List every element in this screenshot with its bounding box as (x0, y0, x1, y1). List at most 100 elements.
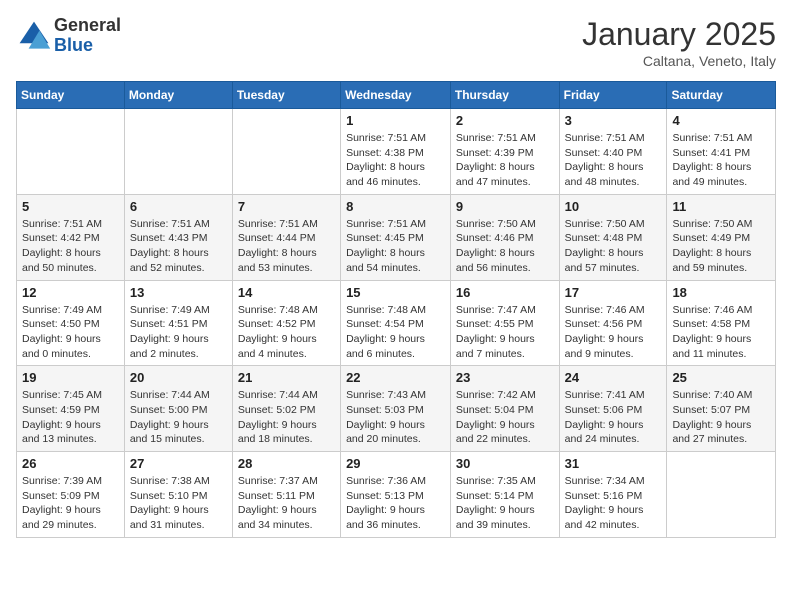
day-info: Sunrise: 7:49 AM Sunset: 4:51 PM Dayligh… (130, 303, 227, 362)
weekday-header: Saturday (667, 82, 776, 109)
calendar-cell: 21 Sunrise: 7:44 AM Sunset: 5:02 PM Dayli… (232, 366, 340, 452)
calendar-cell: 5 Sunrise: 7:51 AM Sunset: 4:42 PM Daylig… (17, 194, 125, 280)
day-info: Sunrise: 7:51 AM Sunset: 4:42 PM Dayligh… (22, 217, 119, 276)
day-number: 15 (346, 285, 445, 300)
day-number: 20 (130, 370, 227, 385)
calendar-cell: 31 Sunrise: 7:34 AM Sunset: 5:16 PM Dayli… (559, 452, 667, 538)
day-number: 2 (456, 113, 554, 128)
calendar-cell: 27 Sunrise: 7:38 AM Sunset: 5:10 PM Dayli… (124, 452, 232, 538)
calendar-cell: 17 Sunrise: 7:46 AM Sunset: 4:56 PM Dayli… (559, 280, 667, 366)
day-info: Sunrise: 7:48 AM Sunset: 4:54 PM Dayligh… (346, 303, 445, 362)
calendar-cell: 14Sunrise: 7:48 AM Sunset: 4:52 PM Dayli… (232, 280, 340, 366)
day-info: Sunrise: 7:46 AM Sunset: 4:56 PM Dayligh… (565, 303, 662, 362)
calendar-cell: 7Sunrise: 7:51 AM Sunset: 4:44 PM Daylig… (232, 194, 340, 280)
calendar-cell: 12 Sunrise: 7:49 AM Sunset: 4:50 PM Dayli… (17, 280, 125, 366)
calendar-cell: 26 Sunrise: 7:39 AM Sunset: 5:09 PM Dayli… (17, 452, 125, 538)
day-number: 31 (565, 456, 662, 471)
day-info: Sunrise: 7:39 AM Sunset: 5:09 PM Dayligh… (22, 474, 119, 533)
day-info: Sunrise: 7:51 AM Sunset: 4:41 PM Dayligh… (672, 131, 770, 190)
day-info: Sunrise: 7:47 AM Sunset: 4:55 PM Dayligh… (456, 303, 554, 362)
calendar-week-row: 1Sunrise: 7:51 AM Sunset: 4:38 PM Daylig… (17, 109, 776, 195)
calendar-cell: 19 Sunrise: 7:45 AM Sunset: 4:59 PM Dayli… (17, 366, 125, 452)
calendar-cell: 11 Sunrise: 7:50 AM Sunset: 4:49 PM Dayli… (667, 194, 776, 280)
day-info: Sunrise: 7:50 AM Sunset: 4:46 PM Dayligh… (456, 217, 554, 276)
day-number: 24 (565, 370, 662, 385)
weekday-header: Thursday (450, 82, 559, 109)
day-info: Sunrise: 7:44 AM Sunset: 5:02 PM Dayligh… (238, 388, 335, 447)
day-number: 7 (238, 199, 335, 214)
day-info: Sunrise: 7:34 AM Sunset: 5:16 PM Dayligh… (565, 474, 662, 533)
page-header: General Blue January 2025 Caltana, Venet… (16, 16, 776, 69)
weekday-header: Friday (559, 82, 667, 109)
logo: General Blue (16, 16, 121, 56)
day-info: Sunrise: 7:42 AM Sunset: 5:04 PM Dayligh… (456, 388, 554, 447)
calendar-cell: 13 Sunrise: 7:49 AM Sunset: 4:51 PM Dayli… (124, 280, 232, 366)
day-number: 11 (672, 199, 770, 214)
calendar-cell: 18 Sunrise: 7:46 AM Sunset: 4:58 PM Dayli… (667, 280, 776, 366)
location: Caltana, Veneto, Italy (582, 53, 776, 69)
calendar-cell: 1Sunrise: 7:51 AM Sunset: 4:38 PM Daylig… (341, 109, 451, 195)
day-info: Sunrise: 7:35 AM Sunset: 5:14 PM Dayligh… (456, 474, 554, 533)
calendar-cell: 4 Sunrise: 7:51 AM Sunset: 4:41 PM Daylig… (667, 109, 776, 195)
day-number: 18 (672, 285, 770, 300)
logo-general: General (54, 16, 121, 36)
day-info: Sunrise: 7:46 AM Sunset: 4:58 PM Dayligh… (672, 303, 770, 362)
day-number: 27 (130, 456, 227, 471)
calendar-cell: 20 Sunrise: 7:44 AM Sunset: 5:00 PM Dayli… (124, 366, 232, 452)
month-title: January 2025 (582, 16, 776, 53)
logo-text: General Blue (54, 16, 121, 56)
day-info: Sunrise: 7:44 AM Sunset: 5:00 PM Dayligh… (130, 388, 227, 447)
weekday-header: Monday (124, 82, 232, 109)
day-info: Sunrise: 7:43 AM Sunset: 5:03 PM Dayligh… (346, 388, 445, 447)
day-number: 1 (346, 113, 445, 128)
calendar-cell: 9Sunrise: 7:50 AM Sunset: 4:46 PM Daylig… (450, 194, 559, 280)
weekday-header: Tuesday (232, 82, 340, 109)
day-number: 25 (672, 370, 770, 385)
calendar-cell: 23 Sunrise: 7:42 AM Sunset: 5:04 PM Dayli… (450, 366, 559, 452)
day-number: 4 (672, 113, 770, 128)
day-number: 30 (456, 456, 554, 471)
day-info: Sunrise: 7:50 AM Sunset: 4:49 PM Dayligh… (672, 217, 770, 276)
calendar-cell: 8Sunrise: 7:51 AM Sunset: 4:45 PM Daylig… (341, 194, 451, 280)
day-number: 19 (22, 370, 119, 385)
calendar-week-row: 12 Sunrise: 7:49 AM Sunset: 4:50 PM Dayli… (17, 280, 776, 366)
day-number: 6 (130, 199, 227, 214)
day-info: Sunrise: 7:51 AM Sunset: 4:39 PM Dayligh… (456, 131, 554, 190)
calendar-cell: 6 Sunrise: 7:51 AM Sunset: 4:43 PM Daylig… (124, 194, 232, 280)
title-block: January 2025 Caltana, Veneto, Italy (582, 16, 776, 69)
calendar-week-row: 26 Sunrise: 7:39 AM Sunset: 5:09 PM Dayli… (17, 452, 776, 538)
calendar-cell: 25 Sunrise: 7:40 AM Sunset: 5:07 PM Dayli… (667, 366, 776, 452)
day-number: 22 (346, 370, 445, 385)
day-info: Sunrise: 7:40 AM Sunset: 5:07 PM Dayligh… (672, 388, 770, 447)
day-info: Sunrise: 7:51 AM Sunset: 4:43 PM Dayligh… (130, 217, 227, 276)
day-info: Sunrise: 7:37 AM Sunset: 5:11 PM Dayligh… (238, 474, 335, 533)
day-number: 21 (238, 370, 335, 385)
day-number: 13 (130, 285, 227, 300)
calendar-cell: 30 Sunrise: 7:35 AM Sunset: 5:14 PM Dayli… (450, 452, 559, 538)
day-number: 16 (456, 285, 554, 300)
calendar-week-row: 5 Sunrise: 7:51 AM Sunset: 4:42 PM Daylig… (17, 194, 776, 280)
day-info: Sunrise: 7:49 AM Sunset: 4:50 PM Dayligh… (22, 303, 119, 362)
day-number: 29 (346, 456, 445, 471)
day-info: Sunrise: 7:51 AM Sunset: 4:40 PM Dayligh… (565, 131, 662, 190)
day-number: 8 (346, 199, 445, 214)
day-number: 26 (22, 456, 119, 471)
calendar-cell: 15 Sunrise: 7:48 AM Sunset: 4:54 PM Dayli… (341, 280, 451, 366)
calendar-cell: 16 Sunrise: 7:47 AM Sunset: 4:55 PM Dayli… (450, 280, 559, 366)
calendar-cell: 24Sunrise: 7:41 AM Sunset: 5:06 PM Dayli… (559, 366, 667, 452)
day-number: 5 (22, 199, 119, 214)
weekday-header: Wednesday (341, 82, 451, 109)
calendar-week-row: 19 Sunrise: 7:45 AM Sunset: 4:59 PM Dayli… (17, 366, 776, 452)
calendar-cell (124, 109, 232, 195)
calendar-cell (232, 109, 340, 195)
calendar-cell: 22 Sunrise: 7:43 AM Sunset: 5:03 PM Dayli… (341, 366, 451, 452)
day-info: Sunrise: 7:38 AM Sunset: 5:10 PM Dayligh… (130, 474, 227, 533)
day-info: Sunrise: 7:45 AM Sunset: 4:59 PM Dayligh… (22, 388, 119, 447)
day-number: 23 (456, 370, 554, 385)
calendar-cell: 10Sunrise: 7:50 AM Sunset: 4:48 PM Dayli… (559, 194, 667, 280)
day-info: Sunrise: 7:50 AM Sunset: 4:48 PM Dayligh… (565, 217, 662, 276)
day-number: 12 (22, 285, 119, 300)
weekday-header: Sunday (17, 82, 125, 109)
day-number: 17 (565, 285, 662, 300)
logo-blue: Blue (54, 36, 121, 56)
